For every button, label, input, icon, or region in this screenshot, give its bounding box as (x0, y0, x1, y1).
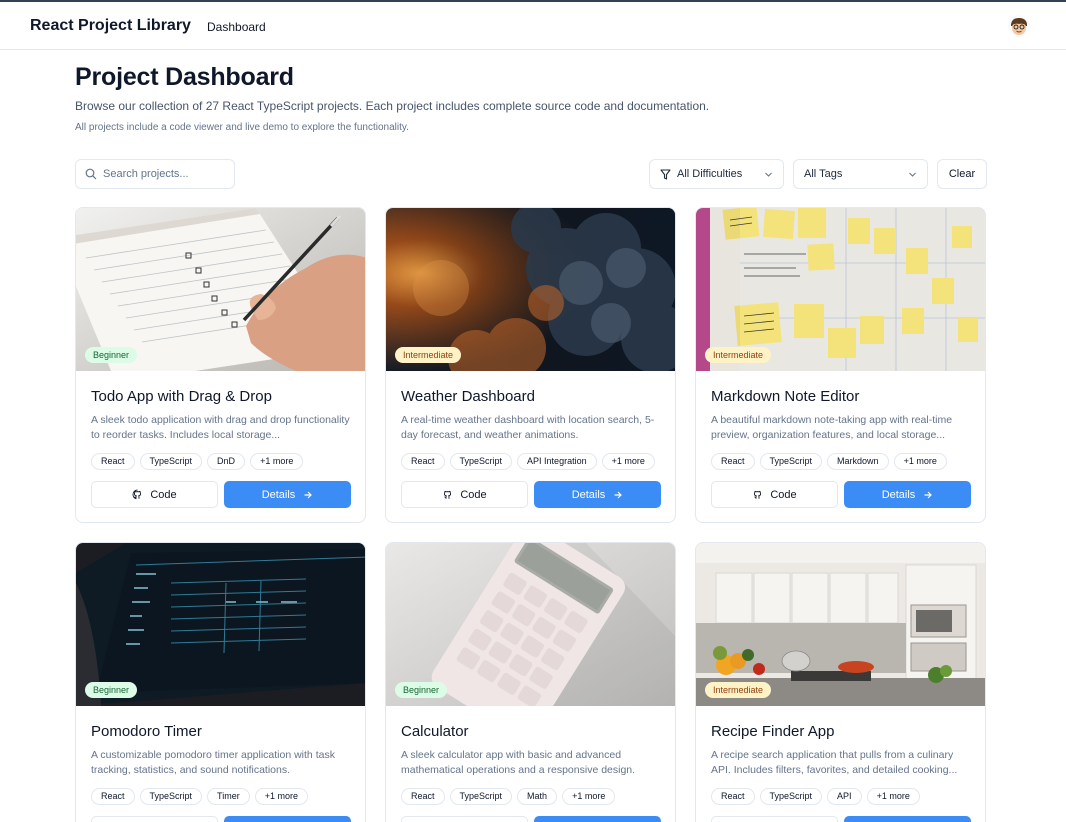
project-tag-more: +1 more (250, 453, 304, 470)
project-title: Weather Dashboard (401, 388, 535, 405)
project-tag: DnD (207, 453, 246, 470)
nav-link-dashboard[interactable]: Dashboard (207, 20, 266, 34)
project-tag: TypeScript (139, 453, 203, 470)
difficulty-badge: Beginner (85, 347, 138, 363)
github-icon (444, 490, 452, 499)
project-tags: React TypeScript API Integration +1 more (401, 453, 655, 470)
search-input[interactable] (103, 165, 228, 183)
top-navbar: React Project Library Dashboard (0, 2, 1066, 50)
project-tag-more: +1 more (893, 453, 947, 470)
arrow-right-icon (304, 491, 313, 498)
project-tag: TypeScript (449, 453, 513, 470)
project-card[interactable]: Intermediate Weather Dashboard A real-ti… (385, 207, 676, 523)
project-title: Todo App with Drag & Drop (91, 388, 272, 405)
project-tag: Timer (207, 788, 250, 805)
code-button[interactable]: Code (91, 816, 218, 822)
project-description: A customizable pomodoro timer applicatio… (91, 749, 335, 776)
project-tag: Math (517, 788, 558, 805)
project-description: A sleek calculator app with basic and ad… (401, 749, 636, 776)
details-button-label: Details (261, 488, 296, 501)
page-title: Project Dashboard (75, 63, 294, 91)
details-button[interactable]: Details (844, 481, 971, 508)
project-tag: React (401, 788, 445, 805)
difficulty-badge: Beginner (395, 682, 448, 698)
project-description: A recipe search application that pulls f… (711, 749, 958, 776)
difficulty-badge: Intermediate (705, 347, 772, 363)
project-tag-more: +1 more (254, 788, 308, 805)
difficulty-select[interactable]: All Difficulties (649, 159, 784, 189)
user-avatar-icon[interactable] (1008, 15, 1030, 37)
filter-icon (660, 169, 671, 180)
project-tag-more: +1 more (601, 453, 655, 470)
project-tag: React (711, 788, 755, 805)
project-tag: TypeScript (449, 788, 513, 805)
code-button[interactable]: Code (401, 816, 528, 822)
tags-select-label: All Tags (804, 168, 843, 180)
details-button-label: Details (571, 488, 606, 501)
project-title: Markdown Note Editor (711, 388, 860, 405)
search-box[interactable] (75, 159, 235, 189)
project-tag: React (401, 453, 445, 470)
project-tags: React TypeScript DnD +1 more (91, 453, 304, 470)
project-tag: API (827, 788, 862, 805)
project-tag: TypeScript (759, 788, 823, 805)
code-button-label: Code (150, 488, 177, 501)
project-tag: React (91, 788, 135, 805)
project-tag: API Integration (517, 453, 597, 470)
difficulty-select-label: All Difficulties (677, 168, 743, 180)
code-button-label: Code (770, 488, 797, 501)
search-icon (85, 168, 97, 180)
tags-select[interactable]: All Tags (793, 159, 928, 189)
project-title: Calculator (401, 723, 469, 740)
details-button[interactable]: Details (844, 816, 971, 822)
project-tag-more: +1 more (562, 788, 616, 805)
code-button[interactable]: Code (91, 481, 218, 508)
difficulty-badge: Beginner (85, 682, 138, 698)
details-button[interactable]: Details (534, 481, 661, 508)
project-tags: React TypeScript API +1 more (711, 788, 920, 805)
code-button-label: Code (460, 488, 487, 501)
project-tag-more: +1 more (866, 788, 920, 805)
page-subtitle: Browse our collection of 27 React TypeSc… (75, 99, 710, 113)
chevron-down-icon (765, 172, 772, 177)
details-button[interactable]: Details (534, 816, 661, 822)
code-button[interactable]: Code (711, 481, 838, 508)
project-description: A beautiful markdown note-taking app wit… (711, 414, 953, 441)
project-description: A sleek todo application with drag and d… (91, 414, 350, 441)
difficulty-badge: Intermediate (705, 682, 772, 698)
project-card[interactable]: Beginner Pomodoro Timer A customizable p… (75, 542, 366, 822)
arrow-right-icon (614, 491, 623, 498)
project-tag: TypeScript (759, 453, 823, 470)
page-note: All projects include a code viewer and l… (75, 122, 409, 133)
github-icon (754, 490, 762, 499)
project-tags: React TypeScript Math +1 more (401, 788, 616, 805)
code-button[interactable]: Code (711, 816, 838, 822)
clear-filters-button[interactable]: Clear (937, 159, 987, 189)
project-title: Pomodoro Timer (91, 723, 202, 740)
code-button[interactable]: Code (401, 481, 528, 508)
project-tag: React (711, 453, 755, 470)
arrow-right-icon (924, 491, 933, 498)
project-card[interactable]: Intermediate Recipe Finder App A recipe … (695, 542, 986, 822)
github-icon (132, 489, 142, 500)
chevron-down-icon (909, 172, 916, 177)
project-tags: React TypeScript Timer +1 more (91, 788, 308, 805)
project-tags: React TypeScript Markdown +1 more (711, 453, 947, 470)
project-card[interactable]: Beginner Calculator A sleek calculator a… (385, 542, 676, 822)
project-tag: Markdown (827, 453, 889, 470)
project-tag: React (91, 453, 135, 470)
difficulty-badge: Intermediate (395, 347, 462, 363)
details-button[interactable]: Details (224, 481, 351, 508)
project-description: A real-time weather dashboard with locat… (401, 414, 655, 441)
brand-title[interactable]: React Project Library (30, 17, 191, 35)
details-button-label: Details (881, 488, 916, 501)
details-button[interactable]: Details (224, 816, 351, 822)
project-tag: TypeScript (139, 788, 203, 805)
project-card[interactable]: Beginner Todo App with Drag & Drop A sle… (75, 207, 366, 523)
project-title: Recipe Finder App (711, 723, 835, 740)
project-card[interactable]: Intermediate Markdown Note Editor A beau… (695, 207, 986, 523)
